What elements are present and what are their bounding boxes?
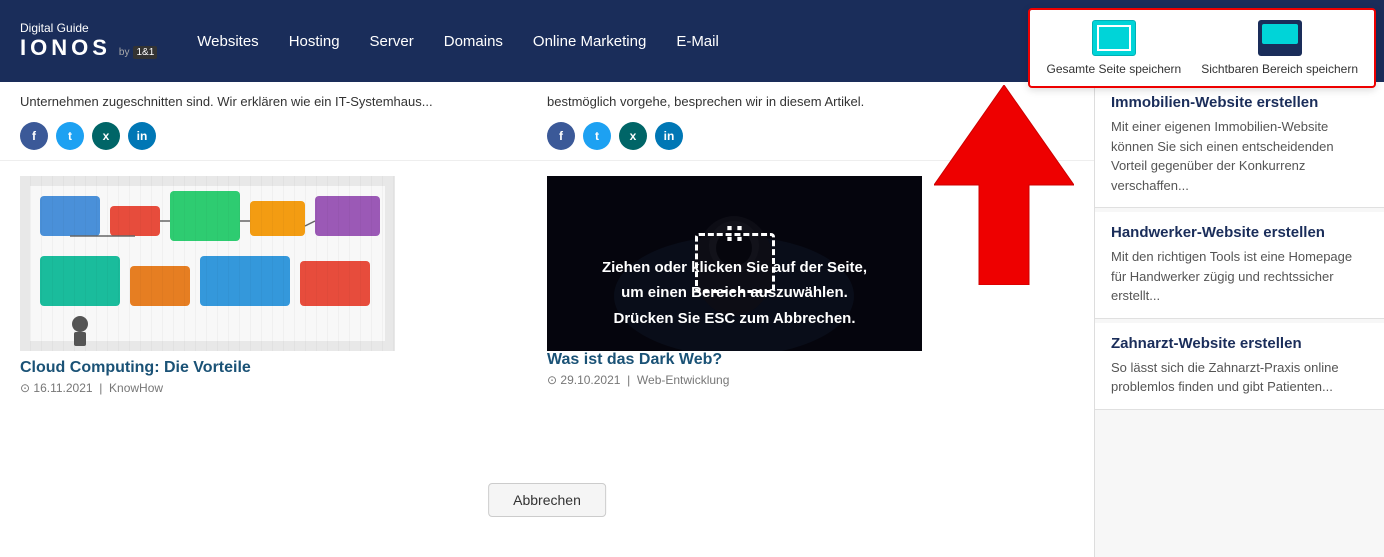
sidebar: Immobilien-Website erstellen Mit einer e… [1094,82,1384,557]
facebook-icon-2[interactable]: f [547,122,575,150]
darkweb-article-title-link[interactable]: Was ist das Dark Web? [547,351,722,368]
sidebar-handwerker-title[interactable]: Handwerker-Website erstellen [1111,224,1368,241]
nav-domains[interactable]: Domains [444,33,503,50]
logo-181: 1&1 [133,46,157,59]
cloud-computing-image [20,176,395,351]
logo-digital-guide: Digital Guide [20,21,157,35]
selection-dashes [695,233,775,293]
save-visible-area-label: Sichtbaren Bereich speichern [1201,62,1358,76]
social-icons-1: f t x in [20,122,527,150]
save-full-page-button[interactable]: Gesamte Seite speichern [1046,20,1181,76]
cloud-article-date: 16.11.2021 [20,381,93,395]
logo-ionos: IONOS [20,35,111,61]
logo-area: Digital Guide IONOS by 1&1 [20,21,157,61]
save-full-page-label: Gesamte Seite speichern [1046,62,1181,76]
articles-grid: Cloud Computing: Die Vorteile 16.11.2021… [0,176,1094,395]
cancel-button-label[interactable]: Abbrechen [513,492,581,508]
main-nav: Websites Hosting Server Domains Online M… [197,33,719,50]
darkweb-article-date: 29.10.2021 [547,373,620,387]
linkedin-icon-2[interactable]: in [655,122,683,150]
full-page-icon [1092,20,1136,56]
content-area: Unternehmen zugeschnitten sind. Wir erkl… [0,82,1094,557]
cloud-article-meta: 16.11.2021 | KnowHow [20,381,527,395]
dark-web-image: :: Ziehen oder klicken Sie auf der Seite… [547,176,922,351]
sidebar-item-handwerker: Handwerker-Website erstellen Mit den ric… [1095,212,1384,319]
nav-websites[interactable]: Websites [197,33,258,50]
article-card-cloud: Cloud Computing: Die Vorteile 16.11.2021… [20,176,547,395]
sidebar-immobilien-title[interactable]: Immobilien-Website erstellen [1111,94,1368,111]
sidebar-immobilien-text: Mit einer eigenen Immobilien-Website kön… [1111,117,1368,195]
save-visible-area-button[interactable]: Sichtbaren Bereich speichern [1201,20,1358,76]
red-arrow-indicator [934,85,1074,290]
cancel-popup: Abbrechen [488,483,606,517]
visible-area-icon [1258,20,1302,56]
darkweb-article-category: Web-Entwicklung [637,373,729,387]
sidebar-item-immobilien: Immobilien-Website erstellen Mit einer e… [1095,82,1384,208]
sidebar-zahnarzt-title[interactable]: Zahnarzt-Website erstellen [1111,335,1368,352]
sidebar-item-zahnarzt: Zahnarzt-Website erstellen So lässt sich… [1095,323,1384,410]
facebook-icon-1[interactable]: f [20,122,48,150]
cloud-article-category: KnowHow [109,381,163,395]
nav-email[interactable]: E-Mail [676,33,719,50]
nav-hosting[interactable]: Hosting [289,33,340,50]
sidebar-handwerker-text: Mit den richtigen Tools ist eine Homepag… [1111,247,1368,306]
darkweb-article-meta: 29.10.2021 | Web-Entwicklung [547,373,1054,387]
xing-icon-2[interactable]: x [619,122,647,150]
twitter-icon-2[interactable]: t [583,122,611,150]
article-snippet-1-text: Unternehmen zugeschnitten sind. Wir erkl… [20,92,527,112]
screenshot-toolbar: Gesamte Seite speichern Sichtbaren Berei… [1028,8,1376,88]
nav-server[interactable]: Server [370,33,414,50]
main-wrapper: Unternehmen zugeschnitten sind. Wir erkl… [0,82,1384,557]
nav-online-marketing[interactable]: Online Marketing [533,33,646,50]
articles-top: Unternehmen zugeschnitten sind. Wir erkl… [0,82,1094,161]
linkedin-icon-1[interactable]: in [128,122,156,150]
sidebar-zahnarzt-text: So lässt sich die Zahnarzt-Praxis online… [1111,358,1368,397]
logo-by: by [119,47,130,58]
xing-icon-1[interactable]: x [92,122,120,150]
twitter-icon-1[interactable]: t [56,122,84,150]
cloud-article-title-link[interactable]: Cloud Computing: Die Vorteile [20,359,251,376]
selection-overlay: :: Ziehen oder klicken Sie auf der Seite… [547,176,922,351]
article-snippet-1: Unternehmen zugeschnitten sind. Wir erkl… [20,92,547,150]
